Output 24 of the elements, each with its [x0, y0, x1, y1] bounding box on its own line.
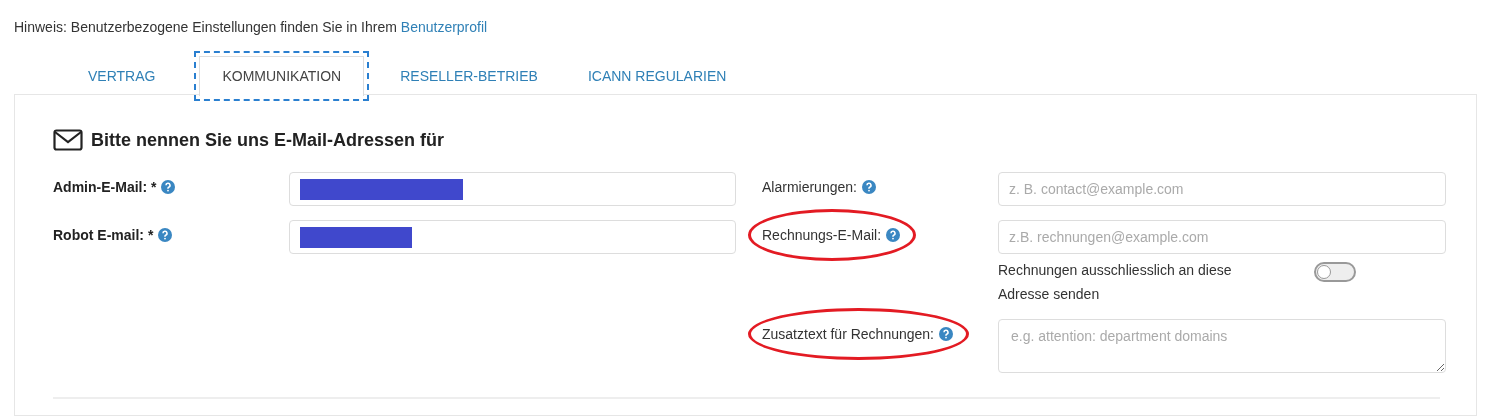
notice-text: Hinweis: Benutzerbezogene Einstellungen finden Sie in Ihrem Benutzerprofil — [14, 18, 489, 36]
text-area[interactable]: e.g. attention: department domains — [998, 319, 1446, 373]
tab[interactable]: VERTRAG — [66, 57, 178, 96]
field-label: Rechnungs-E-Mail: — [762, 227, 882, 243]
toggle-switch[interactable] — [1314, 262, 1356, 282]
field-label: Admin-E-Mail: * — [53, 179, 157, 195]
email-field[interactable] — [289, 220, 736, 254]
profile-link[interactable]: Benutzerprofil — [400, 19, 488, 35]
help-icon[interactable] — [158, 228, 173, 242]
toggle-label: Rechnungen ausschliesslich an diese Adresse senden — [998, 261, 1233, 304]
field-label: Alarmierungen: — [762, 179, 857, 195]
email-field[interactable] — [289, 172, 736, 206]
email-field[interactable]: z. B. contact@example.com — [998, 172, 1446, 206]
help-icon[interactable] — [861, 180, 876, 194]
tab[interactable]: RESELLER-BETRIEB — [378, 57, 560, 96]
tab[interactable]: ICANN REGULARIEN — [565, 57, 749, 96]
section-title: Bitte nennen Sie uns E-Mail-Adressen für — [91, 129, 445, 151]
help-icon[interactable] — [939, 327, 953, 341]
help-icon[interactable] — [161, 180, 176, 194]
email-field[interactable]: z.B. rechnungen@example.com — [998, 220, 1446, 254]
field-label: Robot E-mail: * — [53, 227, 154, 243]
field-label: Zusatztext für Rechnungen: — [762, 326, 934, 342]
help-icon[interactable] — [886, 228, 901, 242]
envelope-icon — [53, 129, 83, 151]
